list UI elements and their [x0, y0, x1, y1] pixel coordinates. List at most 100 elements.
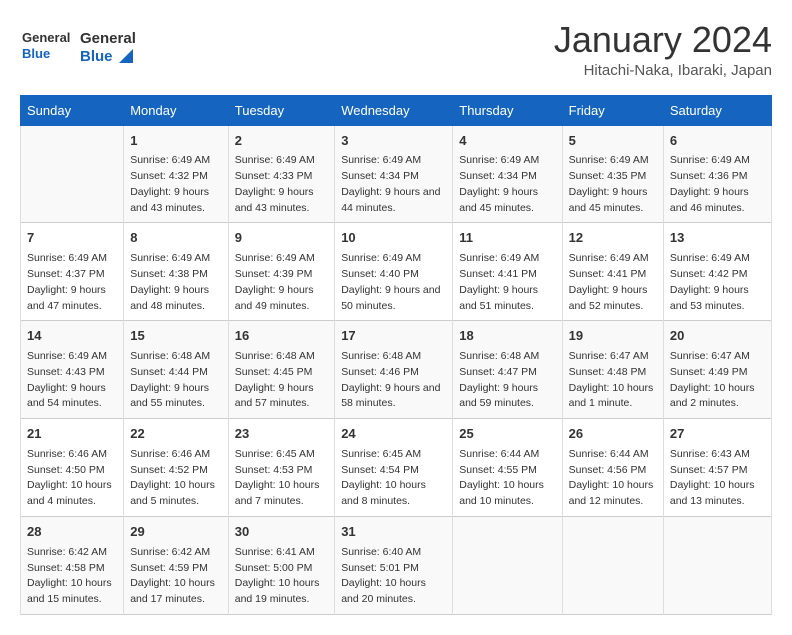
- month-title: January 2024: [554, 20, 772, 60]
- calendar-cell: 30 Sunrise: 6:41 AMSunset: 5:00 PMDayligh…: [228, 516, 334, 614]
- day-number: 16: [235, 327, 328, 346]
- day-info: Sunrise: 6:44 AMSunset: 4:55 PMDaylight:…: [459, 447, 555, 510]
- day-info: Sunrise: 6:49 AMSunset: 4:34 PMDaylight:…: [459, 153, 555, 216]
- day-info: Sunrise: 6:49 AMSunset: 4:39 PMDaylight:…: [235, 251, 328, 314]
- col-header-wednesday: Wednesday: [335, 95, 453, 125]
- day-info: Sunrise: 6:49 AMSunset: 4:33 PMDaylight:…: [235, 153, 328, 216]
- day-number: 15: [130, 327, 222, 346]
- calendar-cell: 4 Sunrise: 6:49 AMSunset: 4:34 PMDaylight…: [453, 125, 562, 223]
- day-number: 31: [341, 523, 446, 542]
- day-number: 17: [341, 327, 446, 346]
- calendar-cell: 6 Sunrise: 6:49 AMSunset: 4:36 PMDaylight…: [663, 125, 771, 223]
- day-number: 11: [459, 229, 555, 248]
- calendar-cell: 16 Sunrise: 6:48 AMSunset: 4:45 PMDayligh…: [228, 321, 334, 419]
- day-info: Sunrise: 6:41 AMSunset: 5:00 PMDaylight:…: [235, 545, 328, 608]
- calendar-table: SundayMondayTuesdayWednesdayThursdayFrid…: [20, 95, 772, 615]
- day-number: 14: [27, 327, 117, 346]
- week-row-2: 7Sunrise: 6:49 AMSunset: 4:37 PMDaylight…: [21, 223, 772, 321]
- logo-blue: Blue: [80, 48, 113, 65]
- day-number: 6: [670, 132, 765, 151]
- calendar-cell: 19 Sunrise: 6:47 AMSunset: 4:48 PMDayligh…: [562, 321, 663, 419]
- col-header-monday: Monday: [124, 95, 229, 125]
- day-number: 23: [235, 425, 328, 444]
- calendar-cell: [21, 125, 124, 223]
- calendar-cell: 24Sunrise: 6:45 AMSunset: 4:54 PMDayligh…: [335, 419, 453, 517]
- day-number: 12: [569, 229, 657, 248]
- day-number: 26: [569, 425, 657, 444]
- week-row-1: 1Sunrise: 6:49 AMSunset: 4:32 PMDaylight…: [21, 125, 772, 223]
- day-number: 9: [235, 229, 328, 248]
- calendar-cell: [663, 516, 771, 614]
- col-header-friday: Friday: [562, 95, 663, 125]
- calendar-cell: 13 Sunrise: 6:49 AMSunset: 4:42 PMDayligh…: [663, 223, 771, 321]
- day-info: Sunrise: 6:44 AMSunset: 4:56 PMDaylight:…: [569, 447, 657, 510]
- day-info: Sunrise: 6:49 AMSunset: 4:36 PMDaylight:…: [670, 153, 765, 216]
- calendar-cell: 18Sunrise: 6:48 AMSunset: 4:47 PMDayligh…: [453, 321, 562, 419]
- day-info: Sunrise: 6:49 AMSunset: 4:43 PMDaylight:…: [27, 349, 117, 412]
- day-number: 24: [341, 425, 446, 444]
- day-number: 25: [459, 425, 555, 444]
- calendar-cell: 28 Sunrise: 6:42 AMSunset: 4:58 PMDayligh…: [21, 516, 124, 614]
- day-number: 21: [27, 425, 117, 444]
- calendar-cell: 9 Sunrise: 6:49 AMSunset: 4:39 PMDaylight…: [228, 223, 334, 321]
- day-number: 28: [27, 523, 117, 542]
- col-header-tuesday: Tuesday: [228, 95, 334, 125]
- calendar-cell: 21Sunrise: 6:46 AMSunset: 4:50 PMDayligh…: [21, 419, 124, 517]
- day-info: Sunrise: 6:40 AMSunset: 5:01 PMDaylight:…: [341, 545, 446, 608]
- day-info: Sunrise: 6:49 AMSunset: 4:41 PMDaylight:…: [569, 251, 657, 314]
- day-number: 5: [569, 132, 657, 151]
- week-row-4: 21Sunrise: 6:46 AMSunset: 4:50 PMDayligh…: [21, 419, 772, 517]
- day-info: Sunrise: 6:49 AMSunset: 4:35 PMDaylight:…: [569, 153, 657, 216]
- calendar-cell: 1Sunrise: 6:49 AMSunset: 4:32 PMDaylight…: [124, 125, 229, 223]
- day-number: 1: [130, 132, 222, 151]
- logo-general: General: [80, 30, 136, 47]
- day-info: Sunrise: 6:49 AMSunset: 4:37 PMDaylight:…: [27, 251, 117, 314]
- col-header-saturday: Saturday: [663, 95, 771, 125]
- day-info: Sunrise: 6:42 AMSunset: 4:59 PMDaylight:…: [130, 545, 222, 608]
- day-number: 2: [235, 132, 328, 151]
- calendar-cell: 10Sunrise: 6:49 AMSunset: 4:40 PMDayligh…: [335, 223, 453, 321]
- logo: General Blue General Blue: [20, 20, 136, 75]
- svg-text:General: General: [22, 30, 70, 45]
- calendar-cell: 7Sunrise: 6:49 AMSunset: 4:37 PMDaylight…: [21, 223, 124, 321]
- day-number: 10: [341, 229, 446, 248]
- calendar-cell: 22Sunrise: 6:46 AMSunset: 4:52 PMDayligh…: [124, 419, 229, 517]
- calendar-cell: 29 Sunrise: 6:42 AMSunset: 4:59 PMDayligh…: [124, 516, 229, 614]
- day-info: Sunrise: 6:49 AMSunset: 4:42 PMDaylight:…: [670, 251, 765, 314]
- location: Hitachi-Naka, Ibaraki, Japan: [554, 62, 772, 79]
- day-info: Sunrise: 6:48 AMSunset: 4:44 PMDaylight:…: [130, 349, 222, 412]
- day-number: 3: [341, 132, 446, 151]
- day-info: Sunrise: 6:48 AMSunset: 4:45 PMDaylight:…: [235, 349, 328, 412]
- calendar-cell: 11Sunrise: 6:49 AMSunset: 4:41 PMDayligh…: [453, 223, 562, 321]
- calendar-cell: [562, 516, 663, 614]
- calendar-cell: 25 Sunrise: 6:44 AMSunset: 4:55 PMDayligh…: [453, 419, 562, 517]
- title-block: January 2024 Hitachi-Naka, Ibaraki, Japa…: [554, 20, 772, 79]
- day-info: Sunrise: 6:47 AMSunset: 4:48 PMDaylight:…: [569, 349, 657, 412]
- day-number: 19: [569, 327, 657, 346]
- day-info: Sunrise: 6:49 AMSunset: 4:34 PMDaylight:…: [341, 153, 446, 216]
- day-info: Sunrise: 6:48 AMSunset: 4:46 PMDaylight:…: [341, 349, 446, 412]
- day-number: 29: [130, 523, 222, 542]
- calendar-cell: 14 Sunrise: 6:49 AMSunset: 4:43 PMDayligh…: [21, 321, 124, 419]
- day-info: Sunrise: 6:42 AMSunset: 4:58 PMDaylight:…: [27, 545, 117, 608]
- calendar-cell: 27Sunrise: 6:43 AMSunset: 4:57 PMDayligh…: [663, 419, 771, 517]
- day-number: 27: [670, 425, 765, 444]
- calendar-cell: 23Sunrise: 6:45 AMSunset: 4:53 PMDayligh…: [228, 419, 334, 517]
- day-info: Sunrise: 6:47 AMSunset: 4:49 PMDaylight:…: [670, 349, 765, 412]
- day-number: 13: [670, 229, 765, 248]
- calendar-cell: 20 Sunrise: 6:47 AMSunset: 4:49 PMDayligh…: [663, 321, 771, 419]
- col-header-thursday: Thursday: [453, 95, 562, 125]
- day-number: 4: [459, 132, 555, 151]
- week-row-3: 14 Sunrise: 6:49 AMSunset: 4:43 PMDayligh…: [21, 321, 772, 419]
- calendar-cell: 3 Sunrise: 6:49 AMSunset: 4:34 PMDaylight…: [335, 125, 453, 223]
- day-number: 20: [670, 327, 765, 346]
- calendar-cell: 8Sunrise: 6:49 AMSunset: 4:38 PMDaylight…: [124, 223, 229, 321]
- calendar-cell: 2 Sunrise: 6:49 AMSunset: 4:33 PMDaylight…: [228, 125, 334, 223]
- week-row-5: 28 Sunrise: 6:42 AMSunset: 4:58 PMDayligh…: [21, 516, 772, 614]
- calendar-cell: 12 Sunrise: 6:49 AMSunset: 4:41 PMDayligh…: [562, 223, 663, 321]
- day-info: Sunrise: 6:46 AMSunset: 4:52 PMDaylight:…: [130, 447, 222, 510]
- calendar-cell: 15 Sunrise: 6:48 AMSunset: 4:44 PMDayligh…: [124, 321, 229, 419]
- day-info: Sunrise: 6:49 AMSunset: 4:38 PMDaylight:…: [130, 251, 222, 314]
- day-number: 30: [235, 523, 328, 542]
- calendar-cell: 31 Sunrise: 6:40 AMSunset: 5:01 PMDayligh…: [335, 516, 453, 614]
